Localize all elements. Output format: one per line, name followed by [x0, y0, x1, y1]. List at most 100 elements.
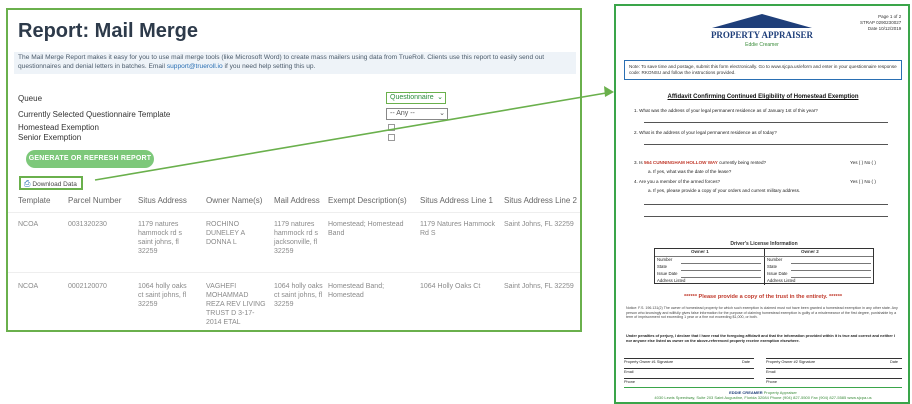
question-3: 3. Is 564 CUNNINGHAM HOLLOW WAY currentl…	[634, 160, 766, 165]
template-label: Currently Selected Questionnaire Templat…	[18, 110, 171, 119]
page-info-line: Date 10/12/2019	[867, 26, 902, 31]
cell-template: NCOA	[18, 283, 39, 290]
dl-field: State	[767, 264, 778, 269]
yes-no-choice: Yes ( ) No ( )	[850, 179, 876, 184]
dl-field: Issue Date	[657, 271, 678, 276]
template-select[interactable]: -- Any -- ⌄	[386, 108, 448, 120]
queue-select-value: Questionnaire	[390, 94, 434, 101]
signature-line	[766, 358, 902, 359]
cell-line1: 1064 Holly Oaks Ct	[420, 283, 481, 290]
cell-owner: VAGHEFI MOHAMMAD REZA REV LIVING TRUST D…	[206, 283, 266, 326]
cell-line2: Saint Johns, FL 32259	[504, 221, 574, 228]
column-header[interactable]: Situs Address Line 1	[420, 196, 493, 205]
logo-roof-icon	[712, 14, 812, 28]
signature-line	[624, 378, 754, 379]
table-header: Template Parcel Number Situs Address Own…	[8, 196, 580, 210]
row-divider	[8, 212, 580, 213]
cell-parcel: 0031320230	[68, 221, 107, 228]
email-label: Email	[766, 370, 776, 374]
date-label: Date	[742, 360, 751, 364]
logo-title: PROPERTY APPRAISER	[710, 30, 814, 40]
yes-no-choice: Yes ( ) No ( )	[850, 160, 876, 165]
document-heading: Affidavit Confirming Continued Eligibili…	[667, 94, 859, 100]
page-title: Report: Mail Merge	[18, 20, 199, 42]
senior-label: Senior Exemption	[18, 133, 82, 142]
owner-2-header: Owner 2	[801, 249, 819, 254]
generated-document: PROPERTY APPRAISER Eddie Creamer Page 1 …	[614, 4, 910, 404]
dl-field: Issue Date	[767, 271, 788, 276]
report-description: The Mail Merge Report makes it easy for …	[14, 52, 576, 74]
download-data-button[interactable]: ⎙ Download Data	[19, 176, 83, 190]
table-divider	[791, 263, 871, 264]
document-note: Note: To save time and postage, submit t…	[624, 60, 902, 80]
chevron-down-icon: ⌄	[437, 94, 443, 101]
download-icon: ⎙	[24, 179, 31, 188]
drivers-license-title: Driver's License Information	[730, 241, 798, 247]
table-divider	[681, 277, 761, 278]
table-divider	[681, 263, 761, 264]
column-header[interactable]: Situs Address	[138, 196, 187, 205]
q3-prefix: 3. Is	[634, 160, 644, 165]
cell-owner: ROCHINO DUNELEY A DONNA L	[206, 221, 245, 246]
senior-checkbox[interactable]	[388, 134, 395, 141]
dl-field: State	[657, 264, 668, 269]
template-select-value: -- Any --	[390, 110, 415, 117]
question-1: 1. What was the address of your legal pe…	[634, 108, 818, 113]
notice-text: Notice: F.S. 196.131(2) The owner of hom…	[626, 306, 898, 320]
footer-divider	[624, 387, 902, 388]
answer-line	[644, 216, 888, 217]
answer-line	[644, 144, 888, 145]
table-divider	[681, 270, 761, 271]
signature-line	[624, 368, 754, 369]
date-label: Date	[890, 360, 899, 364]
cell-situs: 1179 natures hammock rd s saint johns, f…	[138, 221, 182, 255]
phone-label: Phone	[766, 380, 777, 384]
column-header[interactable]: Exempt Description(s)	[328, 196, 407, 205]
description-suffix: if you need help setting this up.	[222, 62, 316, 70]
q3-address: 564 CUNNINGHAM HOLLOW WAY	[643, 160, 718, 165]
dl-field: Address Listed	[657, 278, 686, 283]
perjury-statement: Under penalties of perjury, I declare th…	[626, 334, 895, 343]
answer-line	[644, 204, 888, 205]
column-header[interactable]: Parcel Number	[68, 196, 121, 205]
dl-field: Number	[767, 257, 783, 262]
column-header[interactable]: Template	[18, 196, 50, 205]
logo-subtitle: Eddie Creamer	[745, 42, 779, 48]
cell-template: NCOA	[18, 221, 39, 228]
download-label: Download Data	[32, 181, 77, 188]
chevron-down-icon: ⌄	[439, 110, 445, 117]
signature-line	[766, 368, 902, 369]
generate-report-button[interactable]: GENERATE OR REFRESH REPORT	[26, 150, 154, 168]
cell-mail: 1179 natures hammock rd s jacksonville, …	[274, 221, 318, 255]
arrowhead-icon	[604, 86, 614, 97]
table-divider	[791, 270, 871, 271]
row-divider	[8, 272, 580, 273]
question-2: 2. What is the address of your legal per…	[634, 130, 777, 135]
cell-mail: 1064 holly oaks ct saint johns, fl 32259	[274, 283, 323, 308]
queue-select[interactable]: Questionnaire ⌄	[386, 92, 446, 104]
q3-suffix: currently being rented?	[717, 160, 767, 165]
signature-line	[624, 358, 754, 359]
mail-merge-report-panel: Report: Mail Merge The Mail Merge Report…	[6, 8, 582, 332]
queue-label: Queue	[18, 94, 43, 103]
table-divider	[764, 249, 765, 285]
page-info: Page 1 of 2 STRAP 0290230027 Date 10/12/…	[860, 14, 901, 32]
cell-line2: Saint Johns, FL 32259	[504, 283, 574, 290]
dl-field: Address Listed	[767, 278, 796, 283]
footer-address: 4030 Lewis Speedway, Suite 203 Saint Aug…	[654, 395, 872, 400]
homestead-label: Homestead Exemption	[18, 123, 99, 132]
table-divider	[655, 256, 873, 257]
support-email-link[interactable]: support@trueroll.io	[167, 63, 223, 70]
column-header[interactable]: Situs Address Line 2	[504, 196, 577, 205]
question-4: 4. Are you a member of the armed forces?	[634, 179, 721, 184]
column-header[interactable]: Mail Address	[274, 196, 320, 205]
question-3a: a. If yes, what was the date of the leas…	[648, 169, 732, 174]
signature-label: Property Owner #1 Signature	[624, 360, 674, 364]
homestead-checkbox[interactable]	[388, 124, 395, 131]
column-header[interactable]: Owner Name(s)	[206, 196, 262, 205]
table-divider	[791, 277, 871, 278]
cell-exempt: Homestead; Homestead Band	[328, 221, 404, 237]
phone-label: Phone	[624, 380, 635, 384]
answer-line	[644, 122, 888, 123]
owner-1-header: Owner 1	[691, 249, 709, 254]
